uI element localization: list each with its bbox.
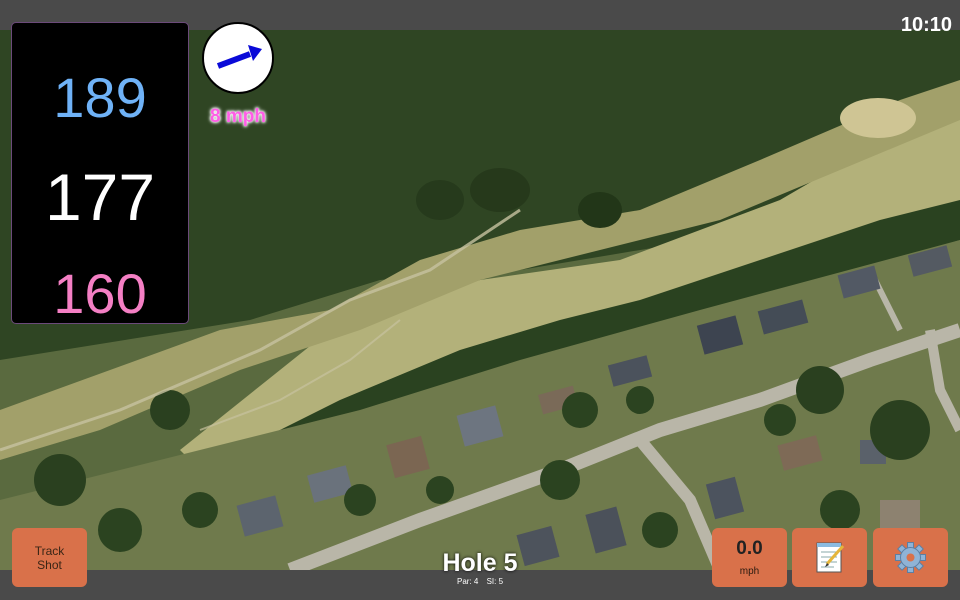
back-yardage: 189 xyxy=(53,66,147,129)
notes-button[interactable] xyxy=(792,528,867,587)
speed-button[interactable]: 0.0 mph xyxy=(712,528,787,587)
wind-indicator xyxy=(202,22,274,94)
notepad-icon xyxy=(816,542,845,573)
wind-direction-arrow-icon xyxy=(216,45,262,69)
wind-speed: 8 mph xyxy=(210,106,266,127)
track-shot-button[interactable]: Track Shot xyxy=(12,528,87,587)
clock: 10:10 xyxy=(900,14,952,36)
gear-icon xyxy=(895,542,926,573)
speed-value: 0.0 xyxy=(736,538,763,559)
hole-par: Par: 4 xyxy=(456,577,479,586)
hole-title: Hole 5 xyxy=(442,549,518,577)
settings-button[interactable] xyxy=(873,528,948,587)
front-yardage: 160 xyxy=(53,262,147,325)
hole-stroke-index: SI: 5 xyxy=(486,577,504,586)
track-shot-label-line1: Track xyxy=(34,544,65,558)
track-shot-label-line2: Shot xyxy=(37,558,62,572)
yardage-panel[interactable]: 189 177 160 xyxy=(11,22,189,325)
speed-unit: mph xyxy=(739,566,760,577)
middle-yardage: 177 xyxy=(44,160,156,234)
hole-info: Par: 4 SI: 5 xyxy=(420,577,540,586)
